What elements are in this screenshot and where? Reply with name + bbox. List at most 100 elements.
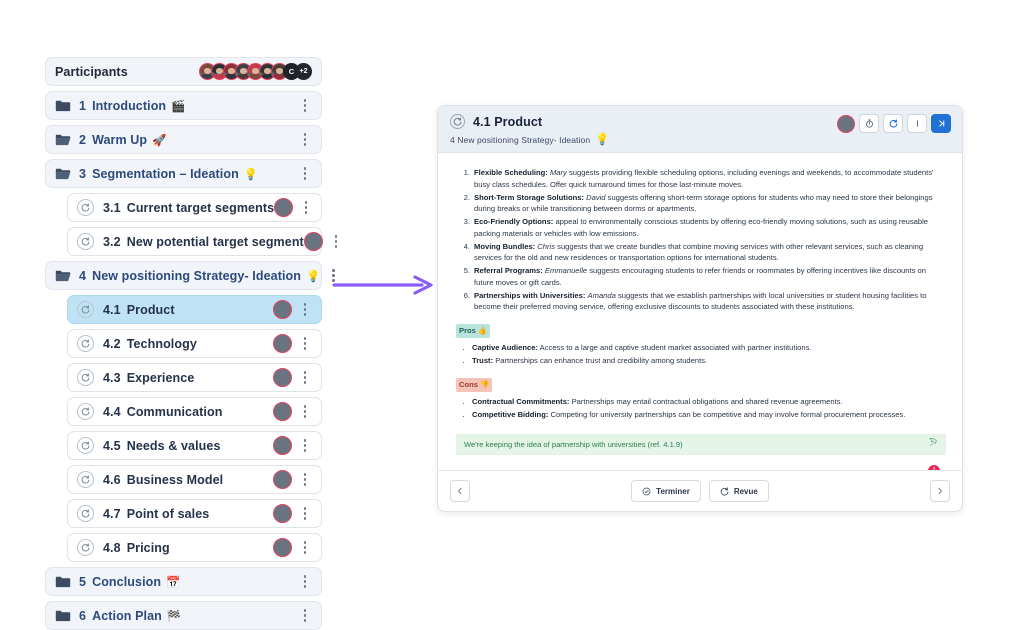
row-menu-button[interactable] xyxy=(298,438,312,454)
outline-item-3-1[interactable]: 3.1 Current target segments xyxy=(67,193,322,222)
assignee-avatar xyxy=(273,504,292,523)
ideas-list: Flexible Scheduling: Mary suggests provi… xyxy=(456,167,946,313)
next-button[interactable] xyxy=(930,480,950,502)
row-menu-button[interactable] xyxy=(298,98,312,114)
outline-item-3[interactable]: 3 Segmentation – Ideation 💡 xyxy=(45,159,322,188)
outline-item-4-3[interactable]: 4.3 Experience xyxy=(67,363,322,392)
review-button[interactable]: Revue xyxy=(708,480,769,502)
timer-icon[interactable] xyxy=(859,114,879,133)
con-item: Competitive Bidding: Competing for unive… xyxy=(472,409,946,421)
outline-item-label: 4.6 Business Model xyxy=(103,472,224,487)
refresh-icon xyxy=(77,369,94,386)
row-menu-button[interactable] xyxy=(298,336,312,352)
idea-author: Chris xyxy=(537,241,556,251)
con-item: Contractual Commitments: Partnerships ma… xyxy=(472,396,946,408)
idea-item: Short-Term Storage Solutions: David sugg… xyxy=(472,192,946,215)
assignee-avatar xyxy=(273,300,292,319)
outline-item-4-4[interactable]: 4.4 Communication xyxy=(67,397,322,426)
presenter-avatar[interactable] xyxy=(837,114,855,133)
idea-term: Eco-Friendly Options: xyxy=(474,217,554,227)
outline-sidebar: Participants C +2 1 Introduction 🎬 2 Warm Up 🚀… xyxy=(45,57,338,630)
outline-item-label: 4.4 Communication xyxy=(103,404,223,419)
item-emoji: 🏁 xyxy=(166,608,182,623)
outline-item-6[interactable]: 6 Action Plan 🏁 xyxy=(45,601,322,630)
panel-header: 4.1 Product 4 New positioning Strategy- … xyxy=(438,106,962,153)
outline-item-4-2[interactable]: 4.2 Technology xyxy=(67,329,322,358)
participant-avatar-group[interactable]: C +2 xyxy=(199,63,312,80)
outline-item-label: 4.8 Pricing xyxy=(103,540,170,555)
row-menu-button[interactable] xyxy=(298,540,312,556)
refresh-icon xyxy=(77,335,94,352)
assignee-avatar xyxy=(273,334,292,353)
pro-item: Captive Audience: Access to a large and … xyxy=(472,342,946,354)
review-label: Revue xyxy=(733,486,758,496)
item-emoji: 💡 xyxy=(306,268,321,283)
prev-button[interactable] xyxy=(450,480,470,502)
pro-item-text: Access to a large and captive student ma… xyxy=(537,342,812,352)
row-menu-button[interactable] xyxy=(298,370,312,386)
pros-list: Captive Audience: Access to a large and … xyxy=(456,342,946,367)
check-circle-icon xyxy=(642,487,651,495)
refresh-icon xyxy=(77,505,94,522)
con-item-text: Partnerships may entail contractual obli… xyxy=(569,396,843,406)
row-menu-button[interactable] xyxy=(298,404,312,420)
assignee-avatar xyxy=(274,198,294,217)
outline-item-2[interactable]: 2 Warm Up 🚀 xyxy=(45,125,322,154)
panel-breadcrumb: 4 New positioning Strategy- Ideation 💡 xyxy=(450,132,950,146)
pin-icon[interactable] xyxy=(929,437,938,451)
assignee-avatar xyxy=(303,232,323,251)
folder-closed-icon xyxy=(55,99,71,112)
row-menu-button[interactable] xyxy=(299,200,313,216)
outline-item-4[interactable]: 4 New positioning Strategy- Ideation 💡 xyxy=(45,261,335,290)
idea-term: Flexible Scheduling: xyxy=(474,168,548,177)
refresh-icon xyxy=(77,539,94,556)
refresh-icon xyxy=(77,301,94,318)
avatar-overflow-count[interactable]: +2 xyxy=(295,63,312,80)
cons-list: Contractual Commitments: Partnerships ma… xyxy=(456,396,946,421)
next-step-icon[interactable] xyxy=(931,114,951,133)
assignee-avatar xyxy=(273,538,292,557)
cons-section: Cons👎 Contractual Commitments: Partnersh… xyxy=(456,368,946,420)
finish-button[interactable]: Terminer xyxy=(631,480,701,502)
idea-term: Short-Term Storage Solutions: xyxy=(474,192,584,202)
alert-badge-area: ! xyxy=(456,455,946,470)
panel-content: Flexible Scheduling: Mary suggests provi… xyxy=(438,153,962,470)
refresh-icon xyxy=(77,471,94,488)
row-menu-button[interactable] xyxy=(298,608,312,624)
refresh-icon xyxy=(450,114,465,129)
idea-item: Moving Bundles: Chris suggests that we c… xyxy=(472,241,946,264)
con-item-term: Contractual Commitments: xyxy=(472,396,570,406)
refresh-icon[interactable] xyxy=(883,114,903,133)
idea-emoji: 💡 xyxy=(595,132,610,146)
outline-item-4-6[interactable]: 4.6 Business Model xyxy=(67,465,322,494)
assignee-avatar xyxy=(273,470,292,489)
outline-item-5[interactable]: 5 Conclusion 📅 xyxy=(45,567,322,596)
folder-open-icon xyxy=(55,167,71,180)
outline-item-label: 1 Introduction 🎬 xyxy=(79,98,186,113)
row-menu-button[interactable] xyxy=(298,132,312,148)
outline-item-label: 5 Conclusion 📅 xyxy=(79,574,181,589)
cons-label: Cons xyxy=(459,379,478,389)
panel-header-actions xyxy=(837,114,951,133)
row-menu-button[interactable] xyxy=(329,234,343,250)
con-item-text: Competing for university partnerships ca… xyxy=(548,409,906,419)
outline-item-4-7[interactable]: 4.7 Point of sales xyxy=(67,499,322,528)
outline-item-label: 4.7 Point of sales xyxy=(103,506,210,521)
idea-term: Partnerships with Universities: xyxy=(474,290,586,300)
folder-open-icon xyxy=(55,133,71,146)
thumbs-down-icon: 👎 xyxy=(479,379,490,389)
pause-icon[interactable] xyxy=(907,114,927,133)
outline-item-4-1[interactable]: 4.1 Product xyxy=(67,295,322,324)
outline-item-4-8[interactable]: 4.8 Pricing xyxy=(67,533,322,562)
row-menu-button[interactable] xyxy=(298,506,312,522)
row-menu-button[interactable] xyxy=(298,472,312,488)
row-menu-button[interactable] xyxy=(298,166,312,182)
outline-item-1[interactable]: 1 Introduction 🎬 xyxy=(45,91,322,120)
outline-item-3-2[interactable]: 3.2 New potential target segment xyxy=(67,227,338,256)
idea-author: David xyxy=(586,192,606,202)
row-menu-button[interactable] xyxy=(298,302,312,318)
item-emoji: 🚀 xyxy=(152,132,167,147)
outline-item-4-5[interactable]: 4.5 Needs & values xyxy=(67,431,322,460)
row-menu-button[interactable] xyxy=(298,574,312,590)
pointer-arrow-icon xyxy=(332,275,433,295)
